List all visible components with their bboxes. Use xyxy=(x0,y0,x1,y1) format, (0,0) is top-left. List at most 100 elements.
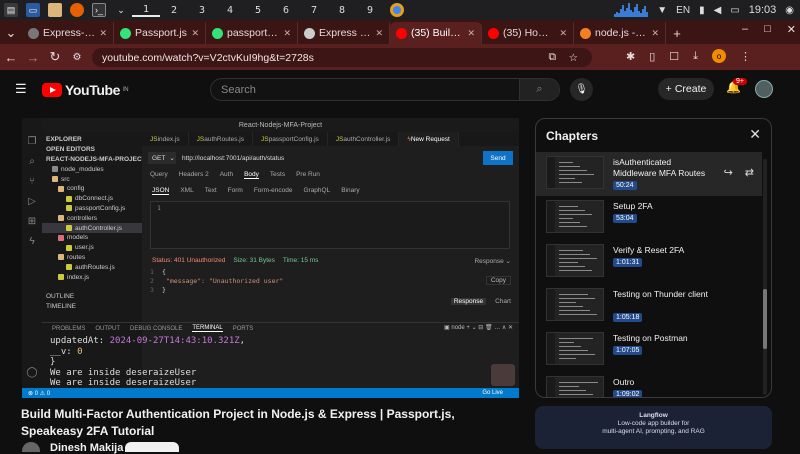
search-input[interactable]: Search xyxy=(211,84,519,96)
chapter-item[interactable]: Testing on Thunder client 1:05:18 xyxy=(536,284,762,328)
tab-favicon-icon xyxy=(488,27,499,39)
back-icon[interactable]: ← xyxy=(0,50,22,65)
terminal-name: node xyxy=(451,325,465,331)
minimize-icon[interactable]: – xyxy=(742,23,748,36)
youtube-play-icon xyxy=(42,83,62,97)
chapter-item[interactable]: Outro 1:09:02 xyxy=(536,372,762,397)
thumbnail-line xyxy=(559,310,590,311)
menu-icon[interactable]: ▤ xyxy=(4,3,18,17)
chapter-timestamp[interactable]: 50:24 xyxy=(613,181,637,190)
close-icon[interactable]: ✕ xyxy=(749,126,761,143)
settings-icon[interactable]: ◉ xyxy=(785,5,794,16)
chapter-item[interactable]: Testing on Postman 1:07:05 xyxy=(536,328,762,372)
volume-icon[interactable]: ◀ xyxy=(714,5,722,16)
tab-close-icon[interactable]: ✕ xyxy=(375,28,383,39)
scroll-thumb[interactable] xyxy=(763,289,767,349)
workspace-4[interactable]: 4 xyxy=(216,5,244,16)
tab-close-icon[interactable]: ✕ xyxy=(283,28,291,39)
sponsored-ad[interactable]: Langflow Low-code app builder for multi-… xyxy=(535,406,772,449)
workspace-3[interactable]: 3 xyxy=(188,5,216,16)
chapter-timestamp[interactable]: 1:01:31 xyxy=(613,258,643,267)
chapter-timestamp[interactable]: 1:05:18 xyxy=(613,313,643,322)
chapter-item[interactable]: isAuthenticated Middleware MFA Routes 50:… xyxy=(536,152,762,196)
explorer-item-label: passportConfig.js xyxy=(75,204,126,212)
workspace-9[interactable]: 9 xyxy=(356,5,384,16)
hamburger-menu-icon[interactable]: ☰ xyxy=(15,81,27,97)
tab-close-icon[interactable]: ✕ xyxy=(559,28,567,39)
search-button[interactable]: ⌕ xyxy=(519,79,559,100)
profile-avatar[interactable]: o xyxy=(712,49,727,63)
workspace-5[interactable]: 5 xyxy=(244,5,272,16)
firefox-icon[interactable] xyxy=(70,3,84,17)
thumbnail-line xyxy=(559,302,576,303)
display-icon[interactable]: ▭ xyxy=(730,5,739,16)
workspace-2[interactable]: 2 xyxy=(160,5,188,16)
browser-tab[interactable]: (35) How To I ✕ xyxy=(482,22,574,44)
wifi-icon[interactable]: ▼ xyxy=(657,5,667,16)
bookmarks-icon[interactable]: ☐ xyxy=(669,50,679,63)
workspace-7[interactable]: 7 xyxy=(300,5,328,16)
files-icon[interactable] xyxy=(48,3,62,17)
youtube-logo[interactable]: YouTube IN xyxy=(42,82,129,98)
forward-icon[interactable]: → xyxy=(22,50,44,65)
keyboard-layout[interactable]: EN xyxy=(676,5,690,16)
terminal-selector: ▣ node + ⌄ ⊟ 🗑 … ∧ ✕ xyxy=(444,325,513,331)
file-type-icon xyxy=(58,254,64,261)
battery-icon[interactable]: ▮ xyxy=(699,5,705,16)
workspace-6[interactable]: 6 xyxy=(272,5,300,16)
chrome-icon[interactable] xyxy=(390,3,404,17)
tab-close-icon[interactable]: ✕ xyxy=(467,28,475,39)
chapter-timestamp[interactable]: 1:07:05 xyxy=(613,346,643,355)
chapter-name: isAuthenticated Middleware MFA Routes xyxy=(613,157,706,178)
downloads-icon[interactable]: ⤓ xyxy=(693,50,698,63)
chapter-timestamp[interactable]: 53:04 xyxy=(613,214,637,223)
bookmark-star-icon[interactable]: ☆ xyxy=(569,52,578,64)
workspace-1[interactable]: 1 xyxy=(132,4,160,17)
channel-avatar[interactable] xyxy=(22,442,40,452)
chapters-title: Chapters xyxy=(546,129,599,143)
chapter-item[interactable]: Setup 2FA 53:04 xyxy=(536,196,762,240)
split-view-icon[interactable]: ▯ xyxy=(649,50,655,63)
video-player[interactable]: ❐ ⌕ ⑂ ▷ ⊞ ϟ ◯ ⚙ React-Nodejs-MFA-Project… xyxy=(22,118,519,398)
subscribe-button[interactable] xyxy=(125,442,179,452)
browser-tab[interactable]: Express-sess✕ xyxy=(22,22,114,44)
response-size: Size: 31 Bytes xyxy=(233,257,275,264)
install-icon[interactable]: ⧉ xyxy=(549,51,557,64)
desktop-icon[interactable]: ▭ xyxy=(26,3,40,17)
search-icon: ⌕ xyxy=(536,83,543,95)
kebab-menu-icon[interactable]: ⋮ xyxy=(740,50,751,63)
tab-close-icon[interactable]: ✕ xyxy=(651,28,659,39)
voice-search-button[interactable]: 🎙 xyxy=(570,78,593,101)
chapter-item[interactable]: Verify & Reset 2FA 1:01:31 xyxy=(536,240,762,284)
workspace-8[interactable]: 8 xyxy=(328,5,356,16)
account-avatar[interactable] xyxy=(755,80,773,98)
tab-close-icon[interactable]: ✕ xyxy=(191,28,199,39)
reload-icon[interactable]: ↻ xyxy=(44,49,66,65)
window-controls: – □ ✕ xyxy=(742,23,796,36)
address-bar[interactable]: youtube.com/watch?v=V2ctvKuI9hg&t=2728s … xyxy=(92,48,592,67)
close-window-icon[interactable]: ✕ xyxy=(787,23,796,36)
chevron-down-icon[interactable]: ⌄ xyxy=(114,3,128,17)
maximize-icon[interactable]: □ xyxy=(764,23,771,36)
new-tab-button[interactable]: + xyxy=(666,22,688,44)
share-icon[interactable]: ↪ xyxy=(724,166,733,179)
search-box[interactable]: Search ⌕ xyxy=(210,78,560,101)
tab-title: passport-loca xyxy=(227,27,279,39)
channel-name[interactable]: Dinesh Makija xyxy=(50,442,123,454)
browser-tab[interactable]: passport-loca ✕ xyxy=(206,22,298,44)
create-button[interactable]: + Create xyxy=(658,78,714,100)
chapters-scrollbar[interactable] xyxy=(763,159,767,395)
browser-tab[interactable]: (35) Build M ✕ xyxy=(390,22,482,44)
tab-close-icon[interactable]: ✕ xyxy=(99,28,107,39)
terminal-icon[interactable]: ›_ xyxy=(92,3,106,17)
extensions-icon[interactable]: ✱ xyxy=(626,50,635,63)
clock[interactable]: 19:03 xyxy=(749,4,777,16)
loop-icon[interactable]: ⇄ xyxy=(745,166,754,179)
tab-search-icon[interactable]: ⌄ xyxy=(0,22,22,44)
site-info-icon[interactable]: ⚙ xyxy=(66,52,88,63)
thumbnail-line xyxy=(559,314,597,315)
chapter-timestamp[interactable]: 1:09:02 xyxy=(613,390,643,397)
browser-tab[interactable]: node.js - Pass ✕ xyxy=(574,22,666,44)
browser-tab[interactable]: Passport.js ✕ xyxy=(114,22,206,44)
browser-tab[interactable]: Express sessi ✕ xyxy=(298,22,390,44)
